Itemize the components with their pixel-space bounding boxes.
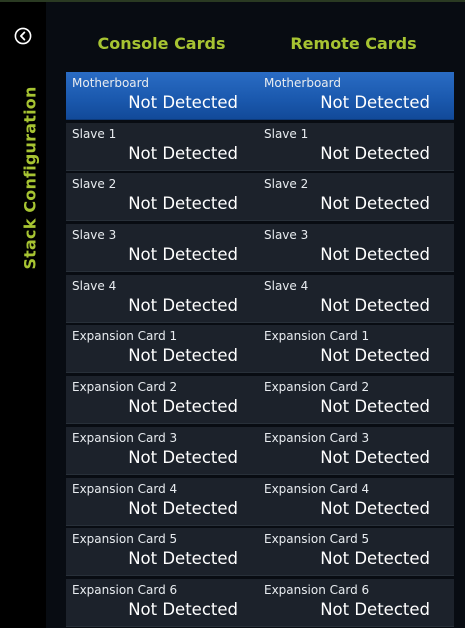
- card-label: Slave 2: [72, 177, 117, 192]
- console-card[interactable]: Slave 1 Not Detected: [66, 122, 262, 171]
- card-status: Not Detected: [128, 295, 238, 315]
- card-label: Slave 4: [72, 278, 117, 293]
- card-status: Not Detected: [320, 599, 430, 619]
- remote-card[interactable]: Expansion Card 3 Not Detected: [258, 426, 454, 475]
- card-label: Expansion Card 1: [264, 329, 370, 344]
- card-label: Expansion Card 4: [72, 481, 178, 496]
- console-cards-list: Motherboard Not Detected Slave 1 Not Detect…: [66, 72, 262, 627]
- console-card[interactable]: Expansion Card 2 Not Detected: [66, 376, 262, 425]
- card-status: Not Detected: [320, 143, 430, 163]
- remote-card[interactable]: Expansion Card 1 Not Detected: [258, 325, 454, 374]
- card-status: Not Detected: [320, 295, 430, 315]
- console-cards-header: Console Cards: [97, 34, 226, 53]
- console-card[interactable]: Slave 4 Not Detected: [66, 274, 262, 323]
- chevron-left-circle-icon: [14, 27, 32, 45]
- sidebar-title: Stack Configuration: [20, 86, 40, 270]
- remote-card[interactable]: Expansion Card 6 Not Detected: [258, 578, 454, 627]
- console-card[interactable]: Expansion Card 3 Not Detected: [66, 426, 262, 475]
- card-label: Expansion Card 3: [72, 430, 178, 445]
- card-label: Expansion Card 5: [72, 532, 178, 547]
- card-status: Not Detected: [128, 549, 238, 569]
- card-label: Motherboard: [264, 76, 341, 90]
- card-label: Expansion Card 5: [264, 532, 370, 547]
- card-label: Expansion Card 6: [72, 582, 178, 597]
- remote-card[interactable]: Slave 3 Not Detected: [258, 224, 454, 273]
- console-card[interactable]: Expansion Card 5 Not Detected: [66, 528, 262, 577]
- card-status: Not Detected: [320, 93, 430, 112]
- console-card[interactable]: Expansion Card 6 Not Detected: [66, 578, 262, 627]
- card-status: Not Detected: [128, 194, 238, 214]
- card-label: Expansion Card 6: [264, 582, 370, 597]
- card-status: Not Detected: [320, 498, 430, 518]
- remote-card[interactable]: Expansion Card 5 Not Detected: [258, 528, 454, 577]
- console-card[interactable]: Expansion Card 4 Not Detected: [66, 477, 262, 526]
- card-label: Slave 2: [264, 177, 309, 192]
- sidebar: Stack Configuration: [0, 2, 46, 628]
- card-label: Expansion Card 4: [264, 481, 370, 496]
- card-status: Not Detected: [128, 498, 238, 518]
- main-area: Console Cards Motherboard Not Detected Sla…: [46, 2, 465, 628]
- card-label: Expansion Card 1: [72, 329, 178, 344]
- back-button[interactable]: [14, 27, 32, 45]
- card-status: Not Detected: [320, 397, 430, 417]
- card-label: Slave 3: [264, 228, 309, 243]
- remote-card[interactable]: Expansion Card 4 Not Detected: [258, 477, 454, 526]
- remote-card[interactable]: Slave 2 Not Detected: [258, 173, 454, 222]
- card-status: Not Detected: [320, 346, 430, 366]
- remote-card[interactable]: Expansion Card 2 Not Detected: [258, 376, 454, 425]
- console-card[interactable]: Expansion Card 1 Not Detected: [66, 325, 262, 374]
- card-label: Slave 1: [264, 126, 309, 141]
- card-status: Not Detected: [128, 397, 238, 417]
- card-label: Expansion Card 2: [264, 380, 370, 395]
- card-status: Not Detected: [320, 194, 430, 214]
- card-status: Not Detected: [320, 549, 430, 569]
- card-label: Slave 4: [264, 278, 309, 293]
- stack-configuration-panel: Stack Configuration Console Cards Mother…: [0, 0, 465, 628]
- card-label: Expansion Card 3: [264, 430, 370, 445]
- console-card[interactable]: Slave 3 Not Detected: [66, 224, 262, 273]
- console-card[interactable]: Motherboard Not Detected: [66, 72, 262, 120]
- card-status: Not Detected: [128, 245, 238, 265]
- card-status: Not Detected: [128, 447, 238, 467]
- card-label: Motherboard: [72, 76, 149, 90]
- card-status: Not Detected: [320, 447, 430, 467]
- console-card[interactable]: Slave 2 Not Detected: [66, 173, 262, 222]
- remote-card[interactable]: Slave 1 Not Detected: [258, 122, 454, 171]
- console-cards-column: Console Cards Motherboard Not Detected Sla…: [66, 2, 262, 628]
- card-label: Expansion Card 2: [72, 380, 178, 395]
- card-status: Not Detected: [128, 143, 238, 163]
- remote-cards-list: Motherboard Not Detected Slave 1 Not Detect…: [258, 72, 454, 627]
- remote-card[interactable]: Slave 4 Not Detected: [258, 274, 454, 323]
- card-label: Slave 3: [72, 228, 117, 243]
- remote-cards-header: Remote Cards: [290, 34, 417, 53]
- card-status: Not Detected: [320, 245, 430, 265]
- card-status: Not Detected: [128, 346, 238, 366]
- card-status: Not Detected: [128, 599, 238, 619]
- card-label: Slave 1: [72, 126, 117, 141]
- remote-card[interactable]: Motherboard Not Detected: [258, 72, 454, 120]
- remote-cards-column: Remote Cards Motherboard Not Detected Slav…: [258, 2, 454, 628]
- card-status: Not Detected: [128, 93, 238, 112]
